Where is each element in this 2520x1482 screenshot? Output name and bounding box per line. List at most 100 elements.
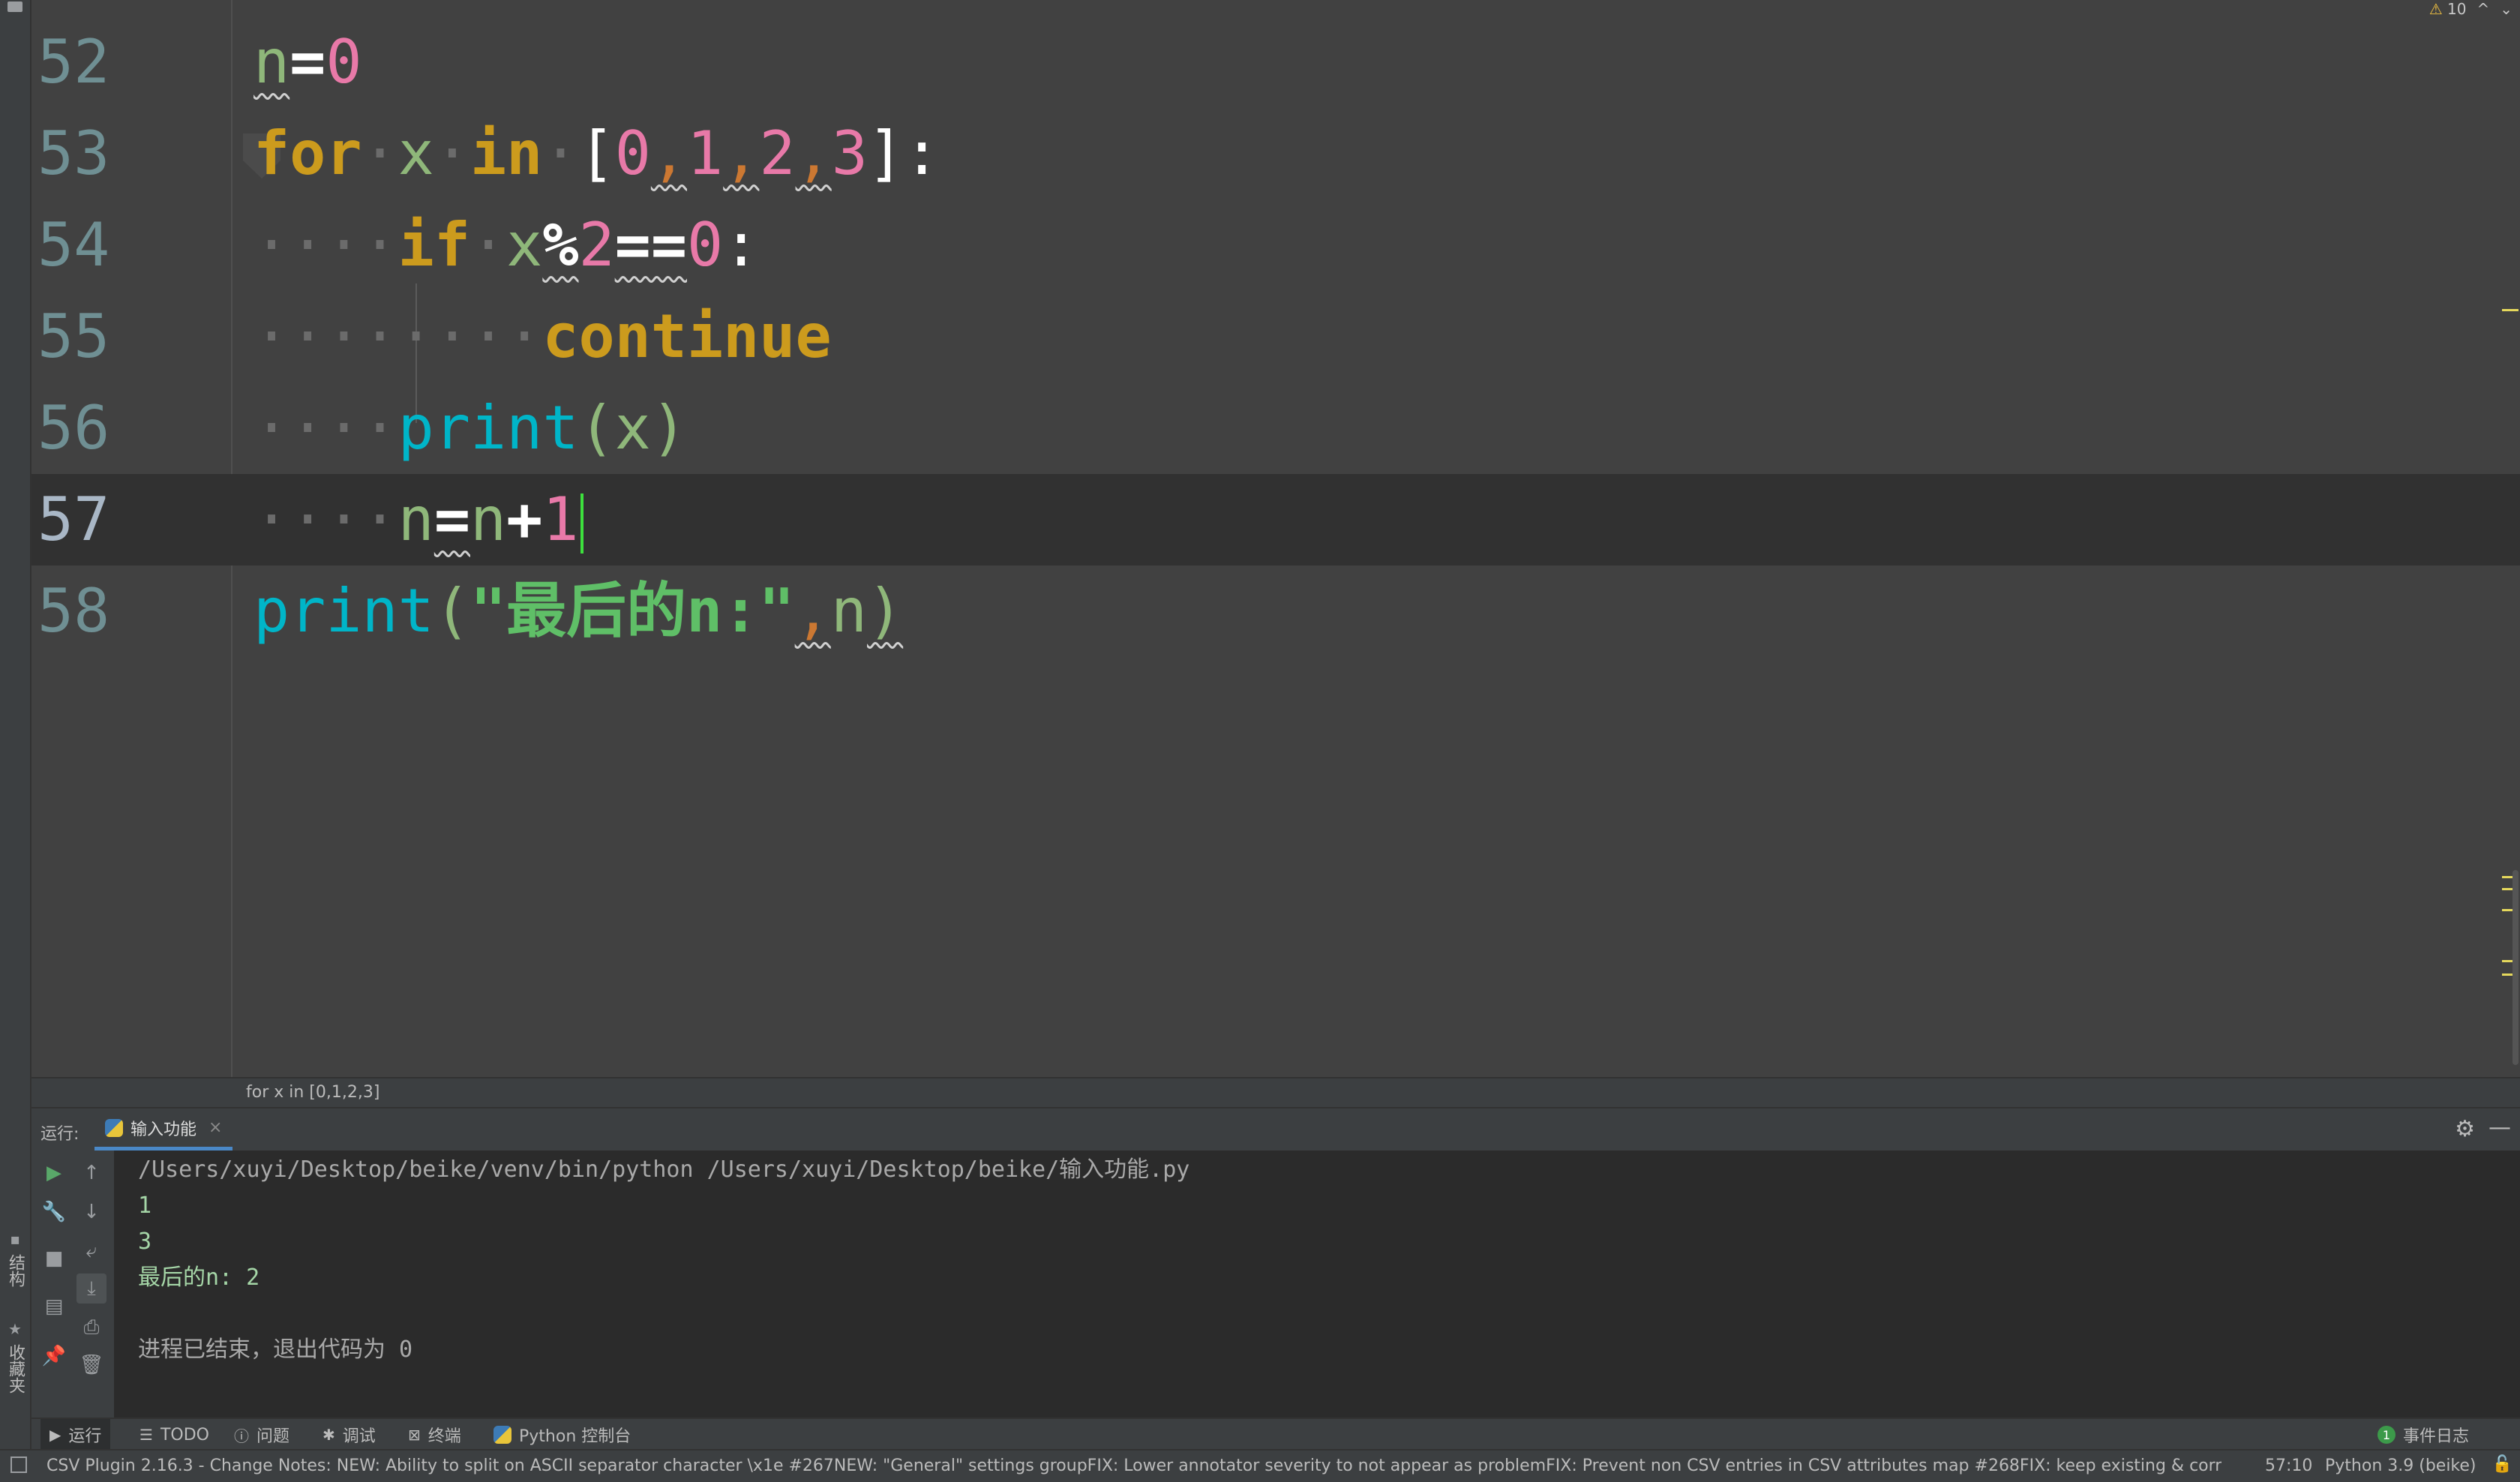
code-text: ····n=n+1 xyxy=(254,474,584,566)
tab-event-log-label: 事件日志 xyxy=(2403,1427,2470,1446)
line-number[interactable]: 56 xyxy=(38,382,158,474)
code-token: · xyxy=(470,210,507,280)
breadcrumb-item[interactable]: for x in [0,1,2,3] xyxy=(246,1083,380,1102)
warning-summary[interactable]: ⚠ 10 xyxy=(2429,0,2467,18)
code-token: 0 xyxy=(326,27,362,97)
status-message[interactable]: CSV Plugin 2.16.3 - Change Notes: NEW: A… xyxy=(46,1456,2222,1475)
code-line[interactable]: 53 for·x·in·[0,1,2,3]: xyxy=(32,108,2520,200)
code-token: n xyxy=(470,484,507,554)
structure-tab[interactable]: ▪ 结构 xyxy=(3,1230,27,1287)
run-panel-header: 运行: 输入功能 × ⚙ — xyxy=(32,1107,2520,1154)
python-interpreter[interactable]: Python 3.9 (beike) xyxy=(2325,1456,2476,1475)
code-token: · xyxy=(434,118,471,188)
vertical-scrollbar[interactable] xyxy=(2512,870,2518,1065)
trash-icon[interactable]: 🗑 xyxy=(76,1350,106,1380)
up-arrow-icon[interactable]: ↑ xyxy=(76,1158,106,1188)
project-folder-icon[interactable] xyxy=(8,2,22,12)
line-number[interactable]: 54 xyxy=(38,200,158,291)
console-output-line: 1 xyxy=(138,1192,152,1219)
line-number[interactable]: 52 xyxy=(38,16,158,108)
code-text: n=0 xyxy=(254,16,362,108)
code-editor[interactable]: 52 n=0 53 for·x·in·[0,1,2,3]: 54 ····if·x%2==… xyxy=(32,0,2520,1077)
tab-python-console[interactable]: Python 控制台 xyxy=(484,1419,640,1450)
code-token: for xyxy=(254,118,362,188)
terminal-icon: ⊠ xyxy=(408,1426,421,1444)
breadcrumb: for x in [0,1,2,3] xyxy=(32,1077,2520,1108)
code-token: n xyxy=(254,27,290,97)
code-token: 1 xyxy=(687,118,724,188)
tab-terminal[interactable]: ⊠ 终端 xyxy=(399,1419,470,1450)
tab-problems[interactable]: ⓘ 问题 xyxy=(225,1419,298,1450)
code-token: ) xyxy=(867,576,904,646)
gear-icon[interactable]: ⚙ xyxy=(2455,1116,2475,1142)
down-arrow-icon[interactable]: ↓ xyxy=(76,1197,106,1227)
play-icon[interactable]: ▶ xyxy=(39,1158,69,1188)
wrench-icon[interactable]: 🔧 xyxy=(39,1197,69,1227)
code-token: · xyxy=(542,118,579,188)
code-token: 1 xyxy=(542,484,579,554)
scroll-to-end-icon[interactable]: ⤓ xyxy=(76,1274,106,1304)
code-token: ···· xyxy=(254,484,398,554)
code-line[interactable]: 55 ········continue xyxy=(32,291,2520,382)
code-token: , xyxy=(723,118,760,188)
print-icon[interactable]: ⎙ xyxy=(76,1312,106,1342)
python-file-icon xyxy=(105,1118,123,1137)
tab-event-log[interactable]: 1 事件日志 xyxy=(2368,1419,2478,1450)
code-token: ( xyxy=(434,576,470,646)
run-config-tab[interactable]: 输入功能 × xyxy=(94,1108,233,1150)
code-line[interactable]: 58 print("最后的n:",n) xyxy=(32,566,2520,657)
code-token: , xyxy=(650,118,688,188)
soft-wrap-icon[interactable]: ⤶ xyxy=(76,1236,106,1266)
code-token: [ xyxy=(578,118,615,188)
tab-python-console-label: Python 控制台 xyxy=(519,1427,632,1446)
line-number[interactable]: 58 xyxy=(38,566,158,657)
tab-debug[interactable]: ✱ 调试 xyxy=(314,1419,385,1450)
code-token: : xyxy=(904,118,940,188)
line-number[interactable]: 57 xyxy=(38,474,158,566)
code-token: x xyxy=(614,393,651,463)
python-console-icon xyxy=(494,1426,512,1444)
previous-highlight-icon[interactable]: ^ xyxy=(2476,0,2489,18)
caret-position[interactable]: 57:10 xyxy=(2265,1456,2312,1475)
text-caret xyxy=(580,494,584,554)
line-number[interactable]: 53 xyxy=(38,108,158,200)
code-text: ····print(x) xyxy=(254,382,687,474)
tab-problems-label: 问题 xyxy=(256,1427,290,1446)
code-token: "最后的n:" xyxy=(470,576,795,646)
code-token: ········ xyxy=(254,302,543,371)
code-token: x xyxy=(398,118,434,188)
toggle-tool-windows-icon[interactable] xyxy=(10,1456,27,1473)
info-icon: ⓘ xyxy=(234,1426,249,1445)
code-token: in xyxy=(470,118,543,188)
bottom-tool-tabs: ▶ 运行 ☰ TODO ⓘ 问题 ✱ 调试 ⊠ 终端 Python 控制台 1 … xyxy=(32,1418,2520,1450)
code-line[interactable]: 57 ····n=n+1 xyxy=(32,474,2520,566)
code-token: 3 xyxy=(831,118,868,188)
stop-icon[interactable]: ■ xyxy=(39,1244,69,1274)
code-line[interactable]: 54 ····if·x%2==0: xyxy=(32,200,2520,291)
layout-icon[interactable]: ▤ xyxy=(39,1292,69,1322)
tab-todo[interactable]: ☰ TODO xyxy=(130,1419,218,1450)
inspection-widget[interactable]: ⚠ 10 ^ ⌄ xyxy=(2429,0,2512,18)
code-line[interactable]: 52 n=0 xyxy=(32,16,2520,108)
line-number[interactable]: 55 xyxy=(38,291,158,382)
code-token: print xyxy=(398,393,579,463)
close-tab-icon[interactable]: × xyxy=(208,1118,222,1137)
tab-run[interactable]: ▶ 运行 xyxy=(40,1419,111,1450)
minimize-icon[interactable]: — xyxy=(2488,1114,2511,1141)
lock-icon[interactable]: 🔓 xyxy=(2492,1455,2512,1474)
code-token: 0 xyxy=(614,118,651,188)
code-text: for·x·in·[0,1,2,3]: xyxy=(254,108,940,200)
pin-icon[interactable]: 📌 xyxy=(39,1341,69,1371)
event-count-badge: 1 xyxy=(2378,1426,2396,1444)
console-output[interactable]: /Users/xuyi/Desktop/beike/venv/bin/pytho… xyxy=(114,1150,2520,1418)
favorites-tab[interactable]: ★ 收藏夹 xyxy=(3,1320,27,1394)
structure-tab-label: 结构 xyxy=(6,1254,25,1287)
list-icon: ☰ xyxy=(140,1426,153,1444)
code-line[interactable]: 56 ····print(x) xyxy=(32,382,2520,474)
code-token: 2 xyxy=(759,118,796,188)
warning-icon: ⚠ xyxy=(2428,0,2443,18)
code-token: ] xyxy=(867,118,904,188)
error-stripe[interactable] xyxy=(2502,0,2520,1077)
run-panel-label: 运行: xyxy=(40,1125,80,1144)
warning-mark[interactable] xyxy=(2502,309,2518,311)
